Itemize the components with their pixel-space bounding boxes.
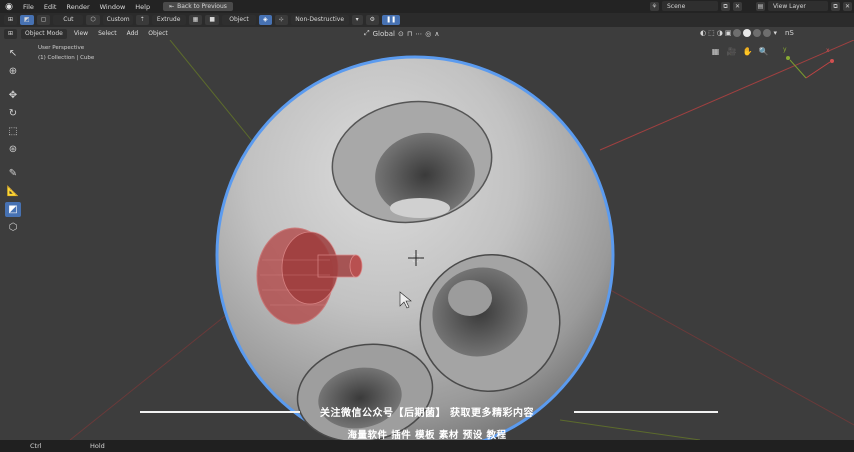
delete-scene-icon[interactable]: ✕: [733, 1, 742, 11]
active-tool-icon[interactable]: ◩: [20, 15, 34, 25]
menubar: ◉ File Edit Render Window Help ⇤ Back to…: [0, 0, 854, 13]
navigation-controls: ▦ 🎥 ✋ 🔍: [710, 46, 769, 57]
scene-selector-group: ⚘ Scene ⧉ ✕ ▤ View Layer ⧉ ✕: [650, 1, 852, 11]
grid-icon[interactable]: ▦: [188, 15, 203, 25]
snap-icon[interactable]: ⊹: [274, 15, 288, 25]
menu-file[interactable]: File: [18, 3, 39, 11]
wireframe-shading-icon[interactable]: [733, 29, 742, 37]
viewport-editor-icon[interactable]: ⊞: [4, 28, 18, 39]
menu-view[interactable]: View: [71, 30, 91, 37]
scene-field[interactable]: Scene: [662, 1, 718, 11]
snap-toggle-icon[interactable]: ⊓: [407, 30, 412, 38]
rendered-shading-icon[interactable]: [763, 29, 772, 37]
falloff-icon[interactable]: ∧: [434, 30, 439, 38]
orientation-icon[interactable]: ⤢: [364, 29, 370, 38]
menu-select[interactable]: Select: [95, 30, 120, 37]
orientation-dropdown[interactable]: Global: [373, 30, 395, 38]
new-view-layer-icon[interactable]: ⧉: [831, 1, 840, 11]
solid-shading-icon[interactable]: [743, 29, 752, 37]
custom-dropdown[interactable]: Custom: [102, 15, 133, 25]
menu-edit[interactable]: Edit: [39, 3, 62, 11]
back-icon: ⇤: [169, 3, 175, 10]
status-key-label: Ctrl: [30, 442, 42, 450]
shading-dropdown-icon[interactable]: ▾: [773, 29, 777, 37]
ns-label[interactable]: nS: [785, 29, 794, 37]
viewport-header: ⊞ Object Mode View Select Add Object ⤢ G…: [0, 27, 854, 40]
menu-window[interactable]: Window: [95, 3, 131, 11]
hole-top-floor: [390, 198, 450, 218]
measure-icon[interactable]: 📐: [5, 184, 21, 199]
options-dropdown-icon[interactable]: ▾: [351, 15, 363, 25]
cursor-select-icon[interactable]: ↖: [5, 46, 21, 61]
non-destructive-dropdown[interactable]: Non-Destructive: [290, 15, 349, 25]
scene-icon[interactable]: ⚘: [650, 1, 659, 11]
new-scene-icon[interactable]: ⧉: [721, 1, 730, 11]
subtitle-rule-right: [574, 411, 718, 413]
scale-icon[interactable]: ⬚: [5, 124, 21, 139]
camera-icon[interactable]: 🎥: [726, 46, 737, 57]
move-icon[interactable]: ✥: [5, 88, 21, 103]
viewport-scene: x y: [69, 40, 854, 440]
rotate-icon[interactable]: ↻: [5, 106, 21, 121]
proportional-edit-icon[interactable]: ◎: [425, 30, 431, 38]
editor-type-icon[interactable]: ⊞: [4, 15, 18, 25]
menu-render[interactable]: Render: [61, 3, 94, 11]
add-cube-icon[interactable]: ⬡: [5, 220, 21, 235]
transform-icon[interactable]: ⊛: [5, 142, 21, 157]
left-toolbar: ↖ ⊕ ✥ ↻ ⬚ ⊛ ✎ 📐 ◩ ⬡: [5, 46, 23, 235]
subtitle-line-2: 海量软件 插件 模板 素材 预设 教程: [347, 430, 507, 441]
boxcutter-icon[interactable]: ◈: [259, 15, 272, 25]
snap-target-icon[interactable]: ⋯: [415, 30, 422, 38]
pivot-icon[interactable]: ⊙: [398, 30, 404, 38]
perspective-label: User Perspective: [38, 45, 85, 51]
grid-view-icon[interactable]: ▦: [710, 46, 721, 57]
object-dropdown[interactable]: Object: [222, 15, 256, 25]
subtitle-rule-left: [140, 411, 300, 413]
status-bar: Ctrl Hold: [0, 440, 854, 452]
cut-mode-icon[interactable]: ▢: [36, 15, 51, 25]
extrude-dropdown[interactable]: Extrude: [151, 15, 186, 25]
annotate-icon[interactable]: ✎: [5, 166, 21, 181]
view-layer-field[interactable]: View Layer: [768, 1, 828, 11]
menu-object[interactable]: Object: [145, 30, 171, 37]
overlay-icon[interactable]: ◑: [717, 29, 723, 37]
blender-logo-icon[interactable]: ◉: [3, 1, 15, 13]
cut-dropdown[interactable]: Cut: [53, 15, 84, 25]
menu-help[interactable]: Help: [130, 3, 155, 11]
zoom-icon[interactable]: 🔍: [758, 46, 769, 57]
orientation-gizmo: x y: [783, 46, 834, 79]
menu-add[interactable]: Add: [124, 30, 142, 37]
3d-viewport[interactable]: x y User Perspective (1) Collection | Cu…: [0, 40, 854, 440]
svg-text:y: y: [783, 46, 787, 53]
cursor-icon[interactable]: ⊕: [5, 64, 21, 79]
gizmo-icon[interactable]: ⬚: [708, 29, 715, 37]
subtitle-line-1: 关注微信公众号【后期菌】 获取更多精彩内容: [320, 408, 534, 419]
extrude-mode-icon[interactable]: ⇡: [135, 15, 149, 25]
delete-view-layer-icon[interactable]: ✕: [843, 1, 852, 11]
back-to-previous-button[interactable]: ⇤ Back to Previous: [163, 2, 233, 11]
square-icon[interactable]: ■: [205, 15, 219, 25]
subtitle-overlay: 关注微信公众号【后期菌】 获取更多精彩内容 海量软件 插件 模板 素材 预设 教…: [0, 404, 854, 441]
object-mode-dropdown[interactable]: Object Mode: [21, 28, 67, 39]
hole-right-floor: [448, 280, 492, 316]
visibility-icon[interactable]: ◐: [700, 29, 706, 37]
pause-icon[interactable]: ❚❚: [382, 15, 401, 25]
shading-options-group: ◐ ⬚ ◑ ▣ ▾ nS: [700, 29, 794, 37]
back-to-previous-label: Back to Previous: [177, 3, 227, 10]
collection-label: (1) Collection | Cube: [38, 55, 95, 61]
transform-options-group: ⤢ Global ⊙ ⊓ ⋯ ◎ ∧: [364, 29, 440, 38]
shape-type-icon[interactable]: ⬡: [86, 15, 100, 25]
svg-text:x: x: [826, 47, 830, 54]
boxcutter-tool-icon[interactable]: ◩: [5, 202, 21, 217]
tool-header: ⊞ ◩ ▢ Cut ⬡ Custom ⇡ Extrude ▦ ■ Object …: [0, 13, 854, 27]
material-shading-icon[interactable]: [753, 29, 762, 37]
settings-gear-icon[interactable]: ⚙: [365, 15, 380, 25]
xray-icon[interactable]: ▣: [725, 29, 732, 37]
pan-hand-icon[interactable]: ✋: [742, 46, 753, 57]
view-layer-icon[interactable]: ▤: [756, 1, 765, 11]
status-action-label: Hold: [90, 442, 105, 450]
